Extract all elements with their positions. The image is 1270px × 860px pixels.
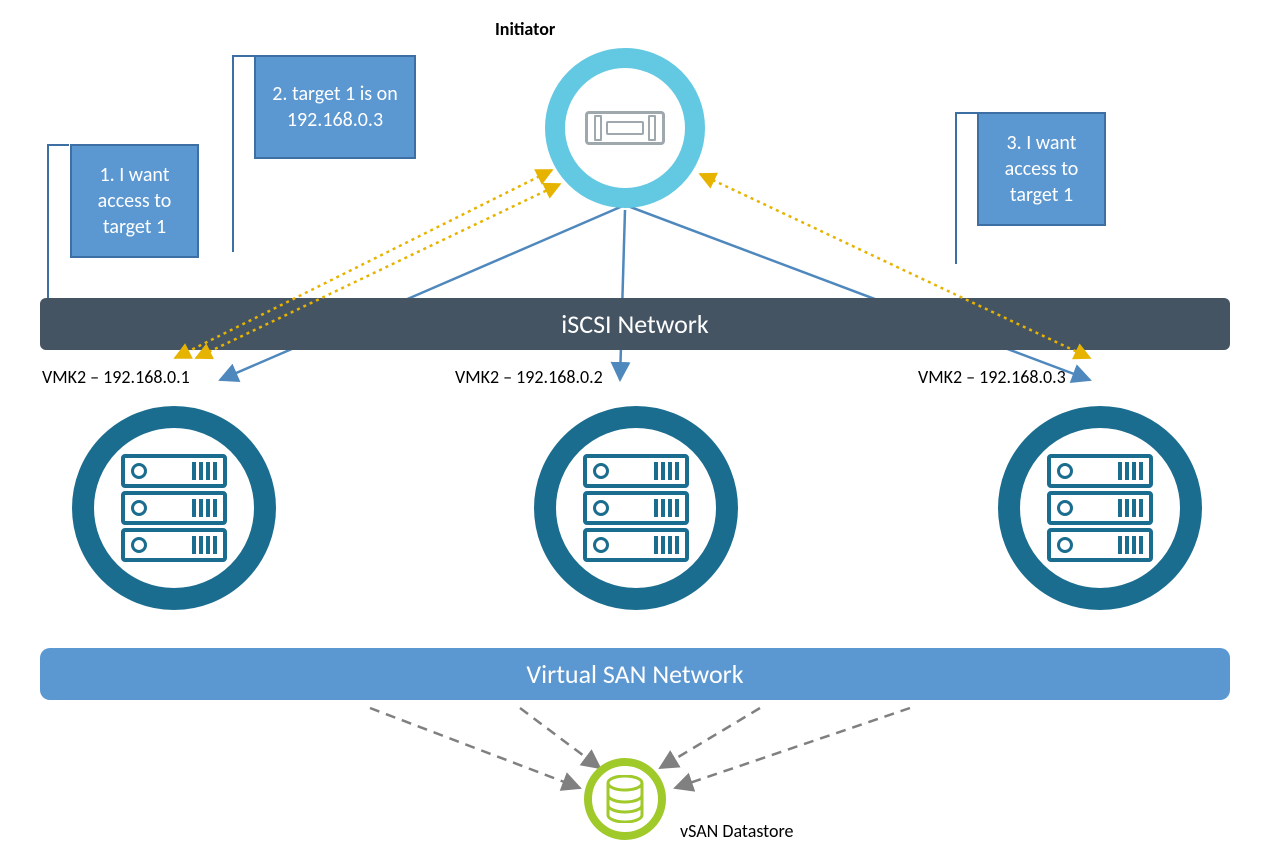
initiator-label: Initiator (495, 18, 555, 40)
vmk-label-2: VMK2 – 192.168.0.2 (455, 366, 603, 388)
server-host-2-icon (534, 406, 738, 610)
callout-stem-2 (232, 55, 254, 252)
vsan-datastore-icon (584, 758, 666, 840)
callout-step-1: 1. I want access to target 1 (70, 144, 199, 258)
server-host-1-icon (72, 406, 276, 610)
iscsi-network-bar: iSCSI Network (40, 298, 1230, 350)
vmk-label-3: VMK2 – 192.168.0.3 (918, 366, 1066, 388)
callout-step-3: 3. I want access to target 1 (977, 112, 1106, 226)
datastore-label: vSAN Datastore (680, 820, 794, 842)
callout-step-2: 2. target 1 is on 192.168.0.3 (254, 55, 416, 159)
server-host-3-icon (998, 406, 1202, 610)
callout-stem-1 (47, 144, 69, 316)
callout-stem-3 (955, 112, 977, 264)
vsan-network-bar: Virtual SAN Network (40, 648, 1230, 700)
initiator-icon (545, 48, 705, 208)
vmk-label-1: VMK2 – 192.168.0.1 (42, 366, 190, 388)
